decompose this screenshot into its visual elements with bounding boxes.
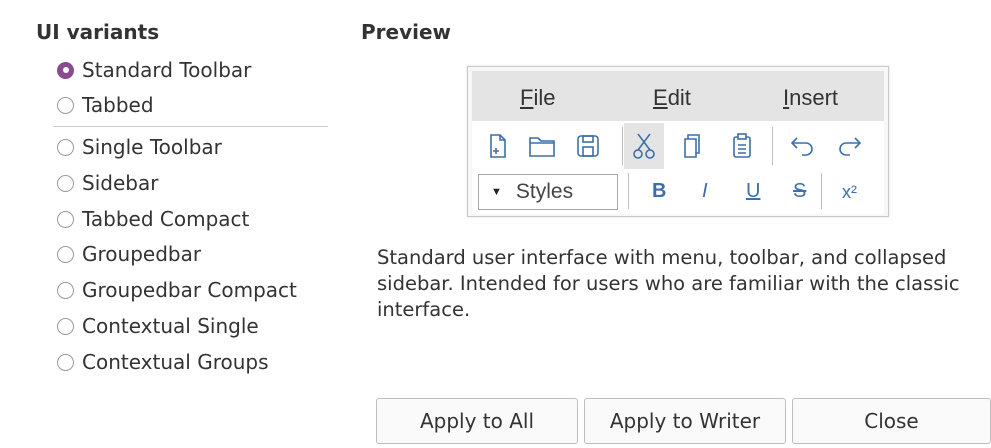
radio-indicator[interactable] (57, 317, 74, 335)
close-button[interactable]: Close (792, 398, 991, 444)
preview-styles-dropdown: ▼ Styles (478, 174, 618, 210)
radio-label: Tabbed Compact (82, 207, 250, 231)
toolbar-separator (772, 127, 773, 165)
copy-icon (676, 129, 708, 163)
radio-indicator[interactable] (57, 138, 74, 156)
toolbar-separator (821, 173, 822, 209)
apply-to-all-button[interactable]: Apply to All (376, 398, 578, 444)
radio-indicator[interactable] (57, 353, 74, 371)
radio-groupedbar[interactable]: Groupedbar (57, 240, 201, 268)
radio-standard-toolbar[interactable]: Standard Toolbar (57, 56, 251, 84)
superscript-icon: x² (842, 182, 857, 202)
redo-icon (834, 129, 866, 163)
underline-icon: U (746, 180, 761, 202)
radio-indicator[interactable] (57, 61, 74, 79)
radio-indicator[interactable] (57, 210, 74, 228)
radio-label: Contextual Groups (82, 350, 269, 374)
apply-to-writer-button[interactable]: Apply to Writer (584, 398, 786, 444)
open-folder-icon (526, 129, 558, 163)
preview-heading: Preview (361, 20, 452, 44)
strikethrough-icon: S (793, 180, 807, 202)
radio-label: Single Toolbar (82, 135, 222, 159)
bold-icon: B (652, 180, 667, 202)
radio-tabbed-compact[interactable]: Tabbed Compact (57, 205, 249, 233)
radio-indicator[interactable] (57, 96, 74, 114)
radio-tabbed[interactable]: Tabbed (57, 91, 154, 119)
radio-indicator[interactable] (57, 281, 74, 299)
variant-description: Standard user interface with menu, toolb… (377, 246, 960, 321)
toolbar-separator (628, 173, 629, 209)
undo-icon (786, 129, 818, 163)
save-icon (572, 129, 604, 163)
radio-contextual-single[interactable]: Contextual Single (57, 312, 259, 340)
radio-label: Groupedbar Compact (82, 278, 297, 302)
variants-separator (53, 126, 328, 127)
styles-label: Styles (515, 180, 574, 203)
preview-image: File Edit Insert ▼ Styles B I U S x² (467, 66, 889, 217)
dropdown-arrow-icon: ▼ (491, 186, 502, 198)
cut-icon (624, 123, 664, 169)
radio-groupedbar-compact[interactable]: Groupedbar Compact (57, 276, 297, 304)
radio-label: Tabbed (82, 93, 154, 117)
radio-contextual-groups[interactable]: Contextual Groups (57, 348, 269, 376)
radio-single-toolbar[interactable]: Single Toolbar (57, 133, 222, 161)
radio-label: Groupedbar (82, 242, 202, 266)
italic-icon: I (702, 180, 708, 202)
radio-label: Standard Toolbar (82, 58, 252, 82)
preview-menubar: File Edit Insert (472, 71, 884, 121)
radio-label: Contextual Single (82, 314, 259, 338)
radio-indicator[interactable] (57, 174, 74, 192)
radio-indicator[interactable] (57, 245, 74, 263)
paste-icon (726, 129, 758, 163)
preview-menu-edit: Edit (653, 85, 691, 110)
ui-variants-heading: UI variants (36, 20, 160, 44)
new-document-icon (482, 129, 514, 163)
preview-toolbar (472, 121, 884, 171)
radio-label: Sidebar (82, 171, 159, 195)
preview-menu-file: File (520, 85, 556, 110)
toolbar-separator (622, 127, 623, 165)
radio-sidebar[interactable]: Sidebar (57, 169, 158, 197)
preview-formatting-toolbar: ▼ Styles B I U S x² (472, 171, 884, 214)
preview-menu-insert: Insert (783, 85, 839, 110)
